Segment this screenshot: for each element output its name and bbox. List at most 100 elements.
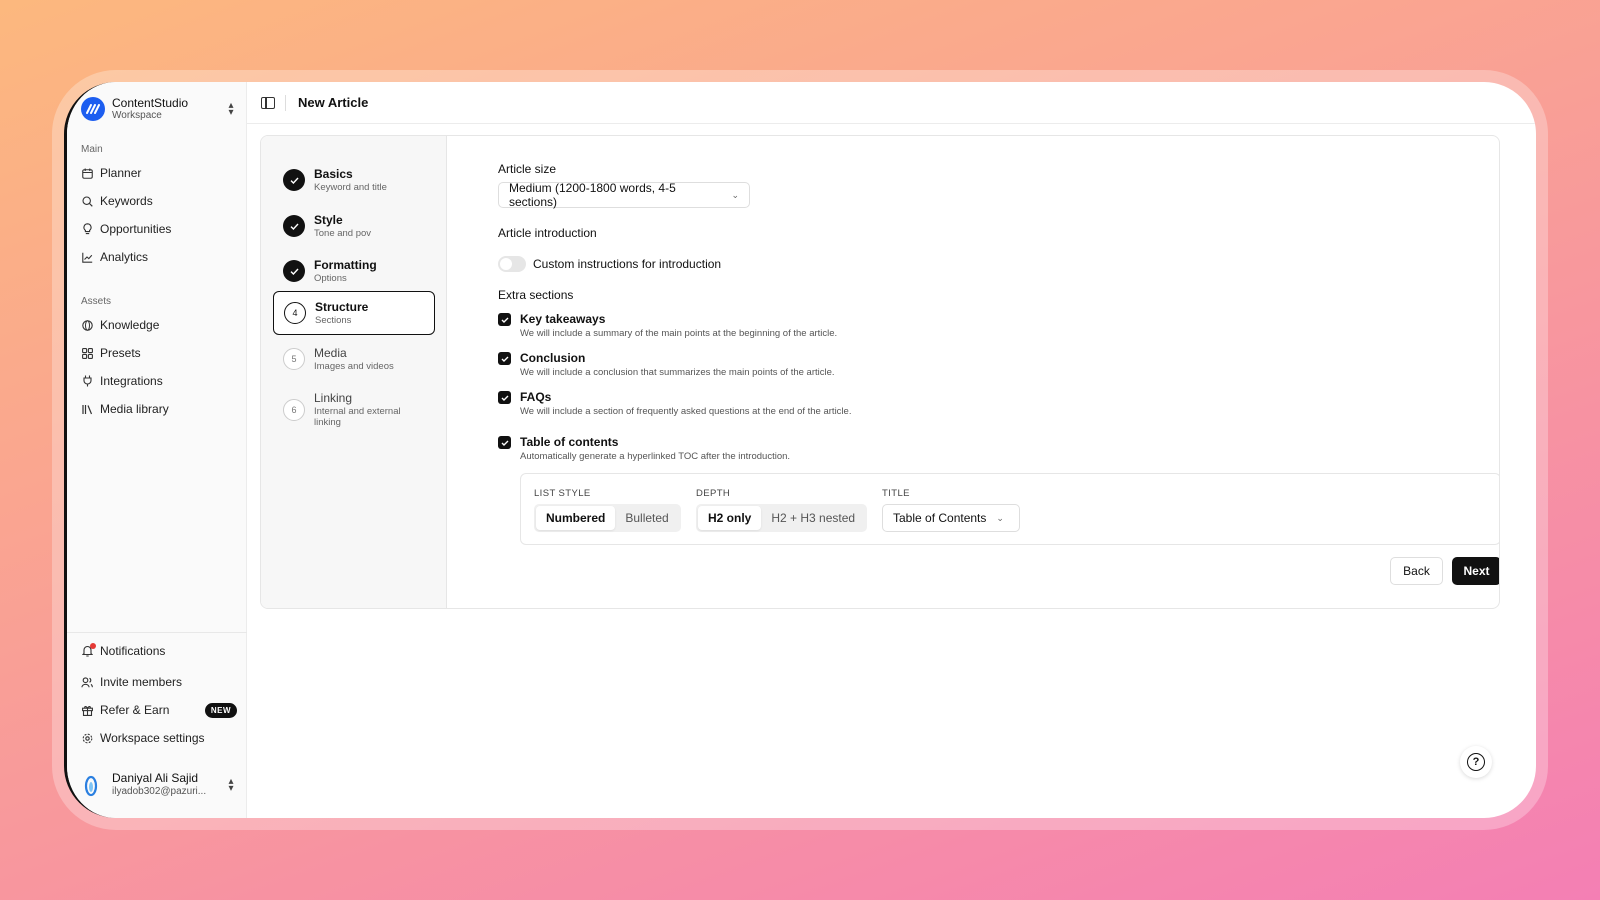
library-icon bbox=[81, 403, 93, 415]
sidebar-item-keywords[interactable]: Keywords bbox=[81, 190, 237, 212]
help-button[interactable]: ? bbox=[1460, 746, 1492, 778]
check-icon bbox=[283, 169, 305, 191]
wizard-stepper: Basics Keyword and title Style Tone and po… bbox=[261, 136, 447, 608]
sidebar-toggle-icon[interactable] bbox=[261, 96, 275, 109]
sidebar-item-notifications[interactable]: Notifications bbox=[81, 640, 237, 662]
step-style[interactable]: Style Tone and pov bbox=[273, 204, 435, 248]
header-divider bbox=[285, 94, 286, 111]
step-linking[interactable]: 6 Linking Internal and external linking bbox=[273, 386, 435, 434]
sidebar-item-label: Planner bbox=[100, 166, 142, 180]
step-title: Media bbox=[314, 346, 347, 361]
step-number: 6 bbox=[283, 399, 305, 421]
list-style-label: LIST STYLE bbox=[534, 488, 591, 499]
sidebar-item-label: Workspace settings bbox=[100, 731, 205, 745]
list-style-numbered[interactable]: Numbered bbox=[536, 506, 616, 530]
top-header: New Article bbox=[247, 82, 1536, 124]
key-takeaways-checkbox[interactable] bbox=[498, 313, 511, 326]
option-description: We will include a conclusion that summar… bbox=[520, 367, 835, 379]
workspace-subtitle: Workspace bbox=[112, 110, 162, 122]
step-structure[interactable]: 4 Structure Sections bbox=[273, 291, 435, 335]
faqs-checkbox[interactable] bbox=[498, 391, 511, 404]
workspace-switcher[interactable]: ContentStudio Workspace ▴ ▾ bbox=[81, 94, 237, 124]
article-introduction-label: Article introduction bbox=[498, 226, 597, 240]
custom-intro-row: Custom instructions for introduction bbox=[498, 256, 721, 272]
step-title: Structure bbox=[315, 300, 369, 315]
list-style-bulleted[interactable]: Bulleted bbox=[615, 506, 678, 530]
conclusion-checkbox[interactable] bbox=[498, 352, 511, 365]
app-window: ContentStudio Workspace ▴ ▾ Main Planner … bbox=[64, 82, 1536, 818]
sidebar-item-presets[interactable]: Presets bbox=[81, 342, 237, 364]
toc-checkbox[interactable] bbox=[498, 436, 511, 449]
gear-icon bbox=[81, 732, 93, 744]
user-name: Daniyal Ali Sajid bbox=[112, 772, 199, 786]
gift-icon bbox=[81, 704, 93, 716]
workspace-logo-icon bbox=[81, 97, 105, 121]
search-icon bbox=[81, 195, 93, 207]
option-title: FAQs bbox=[520, 390, 552, 404]
step-subtitle: Tone and pov bbox=[314, 227, 372, 239]
custom-intro-label: Custom instructions for introduction bbox=[533, 257, 722, 271]
step-title: Style bbox=[314, 213, 343, 228]
chevron-updown-icon: ▴ ▾ bbox=[228, 100, 234, 118]
sidebar-item-integrations[interactable]: Integrations bbox=[81, 370, 237, 392]
faqs-option: FAQs We will include a section of frequen… bbox=[498, 390, 851, 417]
sidebar-item-planner[interactable]: Planner bbox=[81, 162, 237, 184]
step-number: 4 bbox=[284, 302, 306, 324]
sidebar-item-analytics[interactable]: Analytics bbox=[81, 246, 237, 268]
sidebar-item-refer-earn[interactable]: Refer & Earn NEW bbox=[81, 699, 237, 721]
sidebar-item-label: Presets bbox=[100, 346, 141, 360]
sidebar-item-workspace-settings[interactable]: Workspace settings bbox=[81, 727, 237, 749]
step-basics[interactable]: Basics Keyword and title bbox=[273, 158, 435, 202]
toc-settings-panel: LIST STYLE Numbered Bulleted DEPTH H2 on… bbox=[520, 473, 1499, 545]
sidebar-group-assets: Assets bbox=[81, 296, 112, 307]
sidebar-item-label: Notifications bbox=[100, 644, 166, 658]
sidebar-item-label: Integrations bbox=[100, 374, 163, 388]
sidebar-item-opportunities[interactable]: Opportunities bbox=[81, 218, 237, 240]
option-description: We will include a summary of the main po… bbox=[520, 328, 838, 340]
custom-intro-toggle[interactable] bbox=[498, 256, 526, 272]
sidebar-item-label: Keywords bbox=[100, 194, 153, 208]
article-size-label: Article size bbox=[498, 162, 557, 176]
toc-title-select[interactable]: Table of Contents ⌄ bbox=[882, 504, 1020, 532]
back-button[interactable]: Back bbox=[1390, 557, 1443, 585]
user-menu[interactable]: Daniyal Ali Sajid ilyadob302@pazuri... ▴… bbox=[81, 768, 237, 802]
article-size-select[interactable]: Medium (1200-1800 words, 4-5 sections) ⌄ bbox=[498, 181, 750, 209]
sidebar-item-media-library[interactable]: Media library bbox=[81, 398, 237, 420]
sidebar-item-label: Media library bbox=[100, 402, 169, 416]
step-title: Linking bbox=[314, 391, 353, 406]
depth-h2-only[interactable]: H2 only bbox=[698, 506, 762, 530]
sidebar: ContentStudio Workspace ▴ ▾ Main Planner … bbox=[67, 82, 247, 818]
sidebar-item-label: Refer & Earn bbox=[100, 703, 170, 717]
option-title: Conclusion bbox=[520, 351, 586, 365]
step-title: Formatting bbox=[314, 258, 377, 273]
grid-icon bbox=[81, 347, 93, 359]
option-description: We will include a section of frequently … bbox=[520, 406, 852, 418]
step-formatting[interactable]: Formatting Options bbox=[273, 249, 435, 293]
option-title: Key takeaways bbox=[520, 312, 606, 326]
sidebar-item-label: Opportunities bbox=[100, 222, 172, 236]
workspace-name: ContentStudio bbox=[112, 95, 189, 110]
article-size-value: Medium (1200-1800 words, 4-5 sections) bbox=[509, 181, 676, 209]
step-subtitle: Keyword and title bbox=[314, 181, 387, 193]
step-subtitle: Sections bbox=[315, 314, 352, 326]
help-icon: ? bbox=[1467, 753, 1485, 771]
chart-icon bbox=[81, 251, 93, 263]
key-takeaways-option: Key takeaways We will include a summary o… bbox=[498, 312, 837, 339]
sidebar-item-knowledge[interactable]: Knowledge bbox=[81, 314, 237, 336]
sidebar-item-label: Knowledge bbox=[100, 318, 160, 332]
step-media[interactable]: 5 Media Images and videos bbox=[273, 337, 435, 381]
lightbulb-icon bbox=[81, 223, 93, 235]
option-title: Table of contents bbox=[520, 435, 619, 449]
depth-segmented: H2 only H2 + H3 nested bbox=[696, 504, 868, 532]
notification-dot bbox=[90, 643, 96, 649]
next-button[interactable]: Next bbox=[1452, 557, 1499, 585]
user-email: ilyadob302@pazuri... bbox=[112, 786, 207, 798]
step-number: 5 bbox=[283, 348, 305, 370]
calendar-icon bbox=[81, 167, 93, 179]
sidebar-group-main: Main bbox=[81, 144, 103, 155]
check-icon bbox=[283, 260, 305, 282]
sidebar-item-invite-members[interactable]: Invite members bbox=[81, 671, 237, 693]
depth-h2-h3-nested[interactable]: H2 + H3 nested bbox=[761, 506, 865, 530]
structure-form: Article size Medium (1200-1800 words, 4-… bbox=[473, 136, 1499, 608]
bell-icon bbox=[81, 643, 96, 657]
